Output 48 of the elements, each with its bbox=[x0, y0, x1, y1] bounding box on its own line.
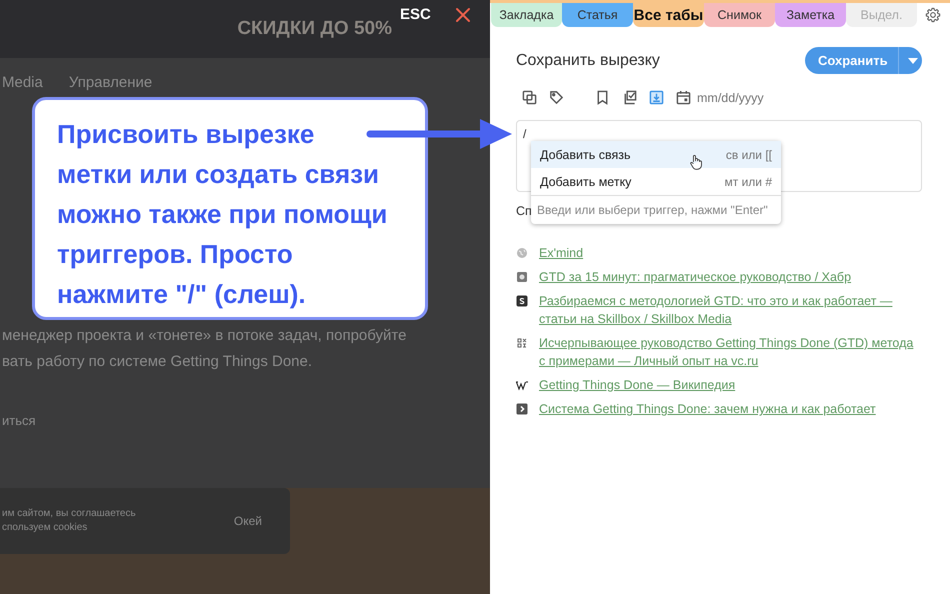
checklist-icon[interactable] bbox=[622, 90, 637, 105]
panel-title: Сохранить вырезку bbox=[516, 52, 660, 70]
menu-item-label: Добавить метку bbox=[540, 174, 632, 188]
saved-link[interactable]: Система Getting Things Done: зачем нужна и как работает bbox=[539, 400, 876, 418]
article-paragraph: менеджер проекта и «тонете» в потоке задач, попробуйте вать работу по системе Getting Things Done. bbox=[1, 326, 408, 372]
saved-link[interactable]: Исчерпывающее руководство Getting Things Done (GTD) метода с примерами — Личный опыт на vc.ru bbox=[539, 334, 922, 370]
site-favicon-icon bbox=[516, 337, 528, 349]
globe-icon bbox=[516, 247, 528, 259]
settings-icon[interactable] bbox=[925, 7, 941, 23]
banner-text: СКИДКИ ДО 50% bbox=[237, 18, 392, 40]
tab[interactable]: Заметка bbox=[775, 3, 846, 27]
saved-link[interactable]: Getting Things Done — Википедия bbox=[539, 376, 736, 394]
site-favicon-icon bbox=[516, 271, 528, 283]
section-label: Сп bbox=[516, 204, 532, 218]
tab[interactable]: Закладка bbox=[491, 3, 562, 27]
nav-link[interactable]: Управление bbox=[68, 74, 152, 94]
cookie-text: им сайтом, вы соглашаетесь спользуем cookies bbox=[1, 507, 136, 535]
article-link[interactable]: иться bbox=[0, 375, 490, 428]
menu-item-shortcut: мт или # bbox=[724, 174, 772, 188]
esc-label: ESC bbox=[400, 6, 431, 23]
tab[interactable]: Статья bbox=[562, 3, 633, 27]
editor-text: / bbox=[523, 127, 526, 141]
download-icon[interactable] bbox=[649, 90, 664, 105]
save-button[interactable]: Сохранить bbox=[805, 47, 899, 74]
chevron-icon bbox=[516, 403, 528, 415]
letter-s-icon bbox=[516, 295, 528, 307]
save-split-button[interactable]: Сохранить bbox=[805, 47, 922, 74]
saved-link[interactable]: Ex'mind bbox=[539, 244, 584, 262]
menu-hint: Введи или выбери триггер, нажми "Enter" bbox=[531, 195, 781, 224]
letter-w-icon bbox=[516, 379, 528, 391]
close-icon[interactable] bbox=[454, 6, 471, 22]
menu-item-label: Добавить связь bbox=[540, 148, 630, 162]
caret-icon[interactable] bbox=[908, 58, 918, 64]
bookmark-icon[interactable] bbox=[595, 90, 610, 105]
saved-link[interactable]: Разбираемся с методологией GTD: что это и как работает — статьи на Skillbox / Skillbox Media bbox=[539, 292, 922, 328]
tip-text: Присвоить вырезке метки или создать связи можно также при помощи триггеров. Просто нажмите "/" (слеш). bbox=[57, 118, 388, 311]
pointer-hand-icon bbox=[690, 154, 702, 170]
saved-link[interactable]: GTD за 15 минут: прагматическое руководство / Хабр bbox=[539, 268, 852, 286]
tab[interactable]: Снимок bbox=[704, 3, 775, 27]
menu-item-shortcut: св или [[ bbox=[726, 148, 772, 162]
menu-item[interactable]: Добавить метку мт или # bbox=[531, 168, 781, 195]
calendar-icon[interactable] bbox=[676, 90, 691, 105]
cookie-ok-button[interactable]: Окей bbox=[234, 514, 262, 528]
copy-icon[interactable] bbox=[522, 90, 537, 105]
nav-link[interactable]: Media bbox=[2, 74, 43, 94]
tab[interactable]: Все табы bbox=[633, 3, 704, 27]
menu-item[interactable]: Добавить связь св или [[ bbox=[531, 141, 781, 168]
tag-icon[interactable] bbox=[549, 90, 564, 105]
